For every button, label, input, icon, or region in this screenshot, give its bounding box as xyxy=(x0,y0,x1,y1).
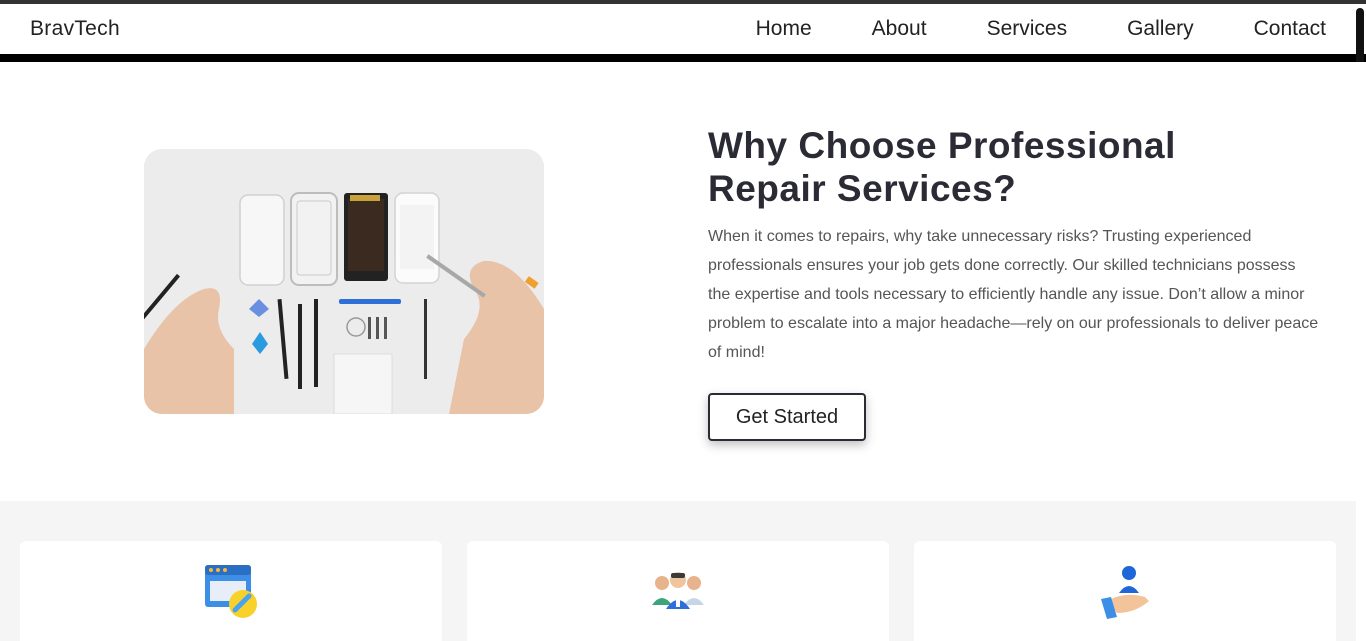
hero-title-line1: Why Choose Professional xyxy=(708,125,1176,166)
navbar-border xyxy=(0,54,1366,62)
feature-card-1[interactable] xyxy=(20,541,442,641)
features-section xyxy=(0,501,1356,641)
navbar: BravTech Home About Services Gallery Con… xyxy=(0,4,1366,54)
feature-card-3[interactable] xyxy=(914,541,1336,641)
feature-card-2[interactable] xyxy=(467,541,889,641)
repair-illustration xyxy=(144,149,544,414)
nav-link-contact[interactable]: Contact xyxy=(1254,17,1326,41)
nav-link-about[interactable]: About xyxy=(872,17,927,41)
hero-text: Why Choose Professional Repair Services?… xyxy=(708,124,1328,441)
nav-link-home[interactable]: Home xyxy=(756,17,812,41)
hero-title: Why Choose Professional Repair Services? xyxy=(708,124,1328,210)
hero-title-line2: Repair Services? xyxy=(708,168,1017,209)
hero-section: Why Choose Professional Repair Services?… xyxy=(0,62,1366,500)
web-repair-icon xyxy=(205,565,257,618)
team-icon xyxy=(652,572,704,609)
brand-logo[interactable]: BravTech xyxy=(30,17,120,41)
repair-tools-image xyxy=(144,149,544,414)
nav-link-gallery[interactable]: Gallery xyxy=(1127,17,1194,41)
hero-description: When it comes to repairs, why take unnec… xyxy=(708,228,1319,361)
customer-care-icon xyxy=(1101,566,1149,619)
nav-link-services[interactable]: Services xyxy=(987,17,1068,41)
get-started-button[interactable]: Get Started xyxy=(708,393,866,441)
nav-menu: Home About Services Gallery Contact xyxy=(756,17,1326,41)
